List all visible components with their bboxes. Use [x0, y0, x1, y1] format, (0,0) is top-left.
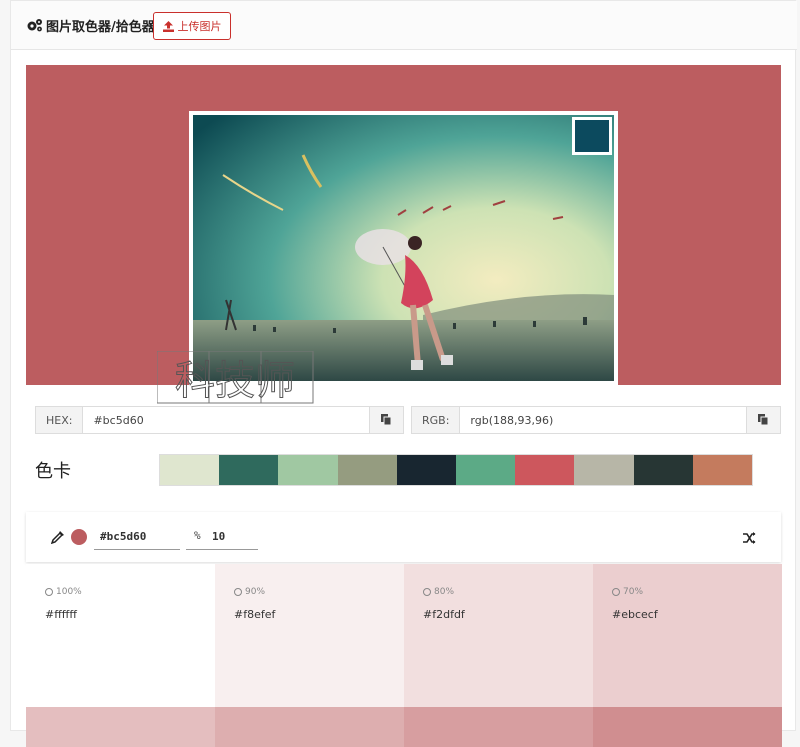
radio-icon — [423, 588, 431, 596]
tint-percent: 100% — [45, 587, 82, 597]
hex-value[interactable]: #bc5d60 — [83, 406, 370, 434]
copy-icon — [758, 414, 769, 426]
eyedropper-icon[interactable] — [51, 530, 65, 544]
copy-hex-button[interactable] — [369, 406, 405, 434]
palette-swatch[interactable] — [574, 455, 634, 485]
tint-cell[interactable]: 80% #f2dfdf — [404, 564, 593, 707]
rgb-field: RGB: rgb(188,93,96) — [411, 406, 782, 434]
tint-cell[interactable] — [404, 707, 593, 747]
photo-image[interactable] — [193, 115, 614, 381]
tint-hex-code: #ebcecf — [612, 608, 658, 621]
palette-swatch[interactable] — [692, 455, 753, 485]
palette-swatch[interactable] — [278, 455, 338, 485]
shuffle-icon[interactable] — [742, 531, 756, 545]
image-frame — [189, 111, 618, 387]
tint-percent-label: 70% — [623, 587, 644, 597]
tint-cell[interactable]: 100% #ffffff — [26, 564, 215, 707]
gears-icon — [27, 19, 42, 32]
tint-step-input[interactable] — [186, 524, 258, 550]
uploaded-photo[interactable] — [193, 115, 614, 381]
tint-cell[interactable] — [26, 707, 215, 747]
picked-color-swatch — [572, 117, 612, 155]
tint-hex-code: #ffffff — [45, 608, 77, 621]
tint-hex-code: #f2dfdf — [423, 608, 465, 621]
palette-swatch[interactable] — [515, 455, 575, 485]
tint-cell[interactable] — [215, 707, 404, 747]
palette-swatch[interactable] — [456, 455, 516, 485]
tint-percent: 90% — [234, 587, 265, 597]
rgb-label: RGB: — [411, 406, 461, 434]
color-palette — [159, 454, 753, 486]
radio-icon — [45, 588, 53, 596]
svg-text:科技师: 科技师 — [175, 358, 295, 404]
tint-hex-code: #f8efef — [234, 608, 276, 621]
radio-icon — [234, 588, 242, 596]
upload-button-label: 上传图片 — [177, 20, 222, 33]
upload-icon — [162, 20, 174, 32]
hex-label: HEX: — [35, 406, 84, 434]
hex-field: HEX: #bc5d60 — [35, 406, 405, 434]
tint-percent-label: 100% — [56, 587, 82, 597]
copy-icon — [381, 414, 392, 426]
radio-icon — [612, 588, 620, 596]
palette-swatch[interactable] — [633, 455, 693, 485]
tint-hex-input[interactable] — [94, 524, 180, 550]
header: 图片取色器/拾色器 上传图片 — [11, 1, 797, 50]
tint-cell[interactable]: 90% #f8efef — [215, 564, 404, 707]
palette-swatch[interactable] — [160, 455, 220, 485]
palette-swatch[interactable] — [396, 455, 457, 485]
tint-cell[interactable]: 70% #ebcecf — [593, 564, 782, 707]
palette-swatch[interactable] — [219, 455, 279, 485]
tint-percent: 80% — [423, 587, 454, 597]
palette-label: 色卡 — [35, 461, 71, 482]
tint-toolbar: % — [26, 512, 781, 562]
page-title: 图片取色器/拾色器 — [46, 20, 155, 35]
rgb-value[interactable]: rgb(188,93,96) — [460, 406, 747, 434]
tint-percent: 70% — [612, 587, 643, 597]
image-stage — [26, 65, 781, 387]
current-color-dot — [71, 529, 87, 545]
copy-rgb-button[interactable] — [746, 406, 782, 434]
tint-percent-label: 90% — [245, 587, 266, 597]
palette-swatch[interactable] — [337, 455, 397, 485]
tint-cell[interactable] — [593, 707, 782, 747]
upload-image-button[interactable]: 上传图片 — [153, 12, 231, 40]
tint-percent-label: 80% — [434, 587, 455, 597]
page: 图片取色器/拾色器 上传图片 科技师 HEX: #bc5d60 RGB: rgb… — [10, 0, 797, 747]
